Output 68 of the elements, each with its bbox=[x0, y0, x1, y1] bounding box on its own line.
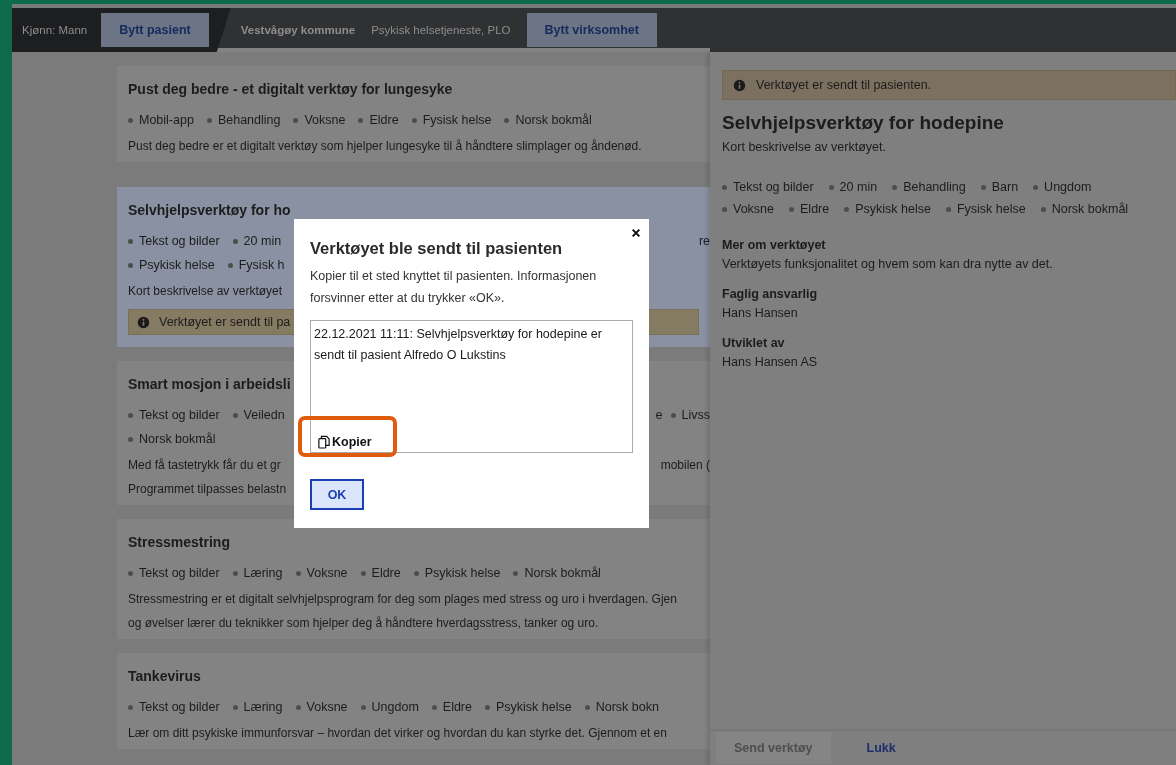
tag: 20 min bbox=[232, 234, 282, 248]
tag: Norsk bokmål bbox=[1040, 202, 1129, 216]
tag: Tekst og bilder bbox=[128, 700, 220, 714]
notice-text: Verktøyet er sendt til pasienten. bbox=[756, 78, 932, 92]
tag: Tekst og bilder bbox=[128, 234, 220, 248]
tag: Voksne bbox=[722, 202, 774, 216]
tag: Fysisk helse bbox=[945, 202, 1026, 216]
tag: Livss bbox=[670, 408, 710, 422]
tag: Voksne bbox=[295, 566, 348, 580]
tag: Veiledn bbox=[232, 408, 285, 422]
tool-description: Lær om ditt psykiske immunforsvar – hvordan det virker og hvordan du kan styrke det. Gjennom et en bbox=[128, 725, 667, 742]
tag: Norsk bokmål bbox=[513, 566, 601, 580]
tool-title: Smart mosjon i arbeidsli bbox=[128, 375, 291, 394]
tag: 20 min bbox=[828, 180, 878, 194]
section-text: Hans Hansen bbox=[722, 306, 799, 320]
tool-title: Tankevirus bbox=[128, 667, 201, 686]
message-text: 22.12.2021 11:11: Selvhjelpsverktøy for hodepine er sendt til pasient Alfredo O Lukstins bbox=[314, 325, 603, 364]
tool-description: Stressmestring er et digitalt selvhjelpsprogram for deg som plages med stress og uro i hverdagen. Gjen bbox=[128, 591, 677, 608]
tag: Læring bbox=[232, 566, 283, 580]
tag: Psykisk helse bbox=[413, 566, 501, 580]
dialog-text: Kopier til et sted knyttet til pasienten. Informasjonen forsvinner etter at du trykker «OK». bbox=[310, 268, 598, 307]
municipality-label: Vestvågøy kommune bbox=[240, 24, 356, 36]
section-heading: Mer om verktøyet bbox=[722, 238, 827, 252]
tool-summary: Kort beskrivelse av verktøyet. bbox=[722, 140, 887, 154]
section-text: Hans Hansen AS bbox=[722, 355, 819, 369]
tool-description: Programmet tilpasses belastn bbox=[128, 481, 287, 498]
tag: Eldre bbox=[789, 202, 830, 216]
tag: Tekst og bilder bbox=[128, 566, 220, 580]
tag: Eldre bbox=[360, 566, 401, 580]
tool-title: Stressmestring bbox=[128, 533, 230, 552]
tag: e bbox=[655, 408, 663, 422]
tag: Tekst og bilder bbox=[128, 408, 220, 422]
tag: Læring bbox=[232, 700, 283, 714]
tag: Tekst og bilder bbox=[722, 180, 814, 194]
tool-description: Kort beskrivelse av verktøyet bbox=[128, 283, 283, 300]
tool-description: Pust deg bedre er et digitalt verktøy som hjelper lungesyke til å håndtere slimplager og åndenød. bbox=[128, 138, 642, 155]
tag: re bbox=[698, 234, 710, 248]
tag: Voksne bbox=[295, 700, 348, 714]
tag: Norsk bokmål bbox=[504, 113, 592, 127]
tag: Norsk bokn bbox=[584, 700, 659, 714]
tag: Fysisk h bbox=[227, 258, 285, 272]
tool-description: og øvelser lærer du teknikker som hjelper deg å håndtere hverdagsstress, tanker og uro. bbox=[128, 615, 599, 632]
tag: Eldre bbox=[431, 700, 472, 714]
tag: Behandling bbox=[206, 113, 281, 127]
tag: Eldre bbox=[358, 113, 399, 127]
tag: Behandling bbox=[892, 180, 966, 194]
tool-title: Selvhjelpsverktøy for ho bbox=[128, 201, 291, 220]
dialog-title: Verktøyet ble sendt til pasienten bbox=[310, 239, 564, 258]
tag: Ungdom bbox=[360, 700, 419, 714]
tool-description: Med få tastetrykk får du et gr bbox=[128, 457, 281, 474]
unit-label: Psykisk helsetjeneste, PLO bbox=[371, 24, 511, 36]
section-heading: Utviklet av bbox=[722, 336, 786, 350]
notice-text: Verktøyet er sendt til pa bbox=[159, 315, 291, 329]
gender-label: Kjønn: Mann bbox=[22, 24, 88, 36]
tag: Voksne bbox=[293, 113, 346, 127]
tool-title: Pust deg bedre - et digitalt verktøy for lungesyke bbox=[128, 80, 453, 99]
tag: Psykisk helse bbox=[128, 258, 215, 272]
section-heading: Faglig ansvarlig bbox=[722, 287, 819, 301]
tool-description: mobilen ( bbox=[660, 457, 710, 474]
tag: Norsk bokmål bbox=[128, 432, 216, 446]
section-text: Verktøyets funksjonalitet og hvem som kan dra nytte av det. bbox=[722, 257, 1054, 271]
tag: Psykisk helse bbox=[485, 700, 572, 714]
tag: Psykisk helse bbox=[844, 202, 931, 216]
tag: Barn bbox=[980, 180, 1019, 194]
tool-title: Selvhjelpsverktøy for hodepine bbox=[722, 112, 1005, 134]
tag: Mobil-app bbox=[128, 113, 194, 127]
tag: Ungdom bbox=[1033, 180, 1092, 194]
tag: Fysisk helse bbox=[411, 113, 492, 127]
